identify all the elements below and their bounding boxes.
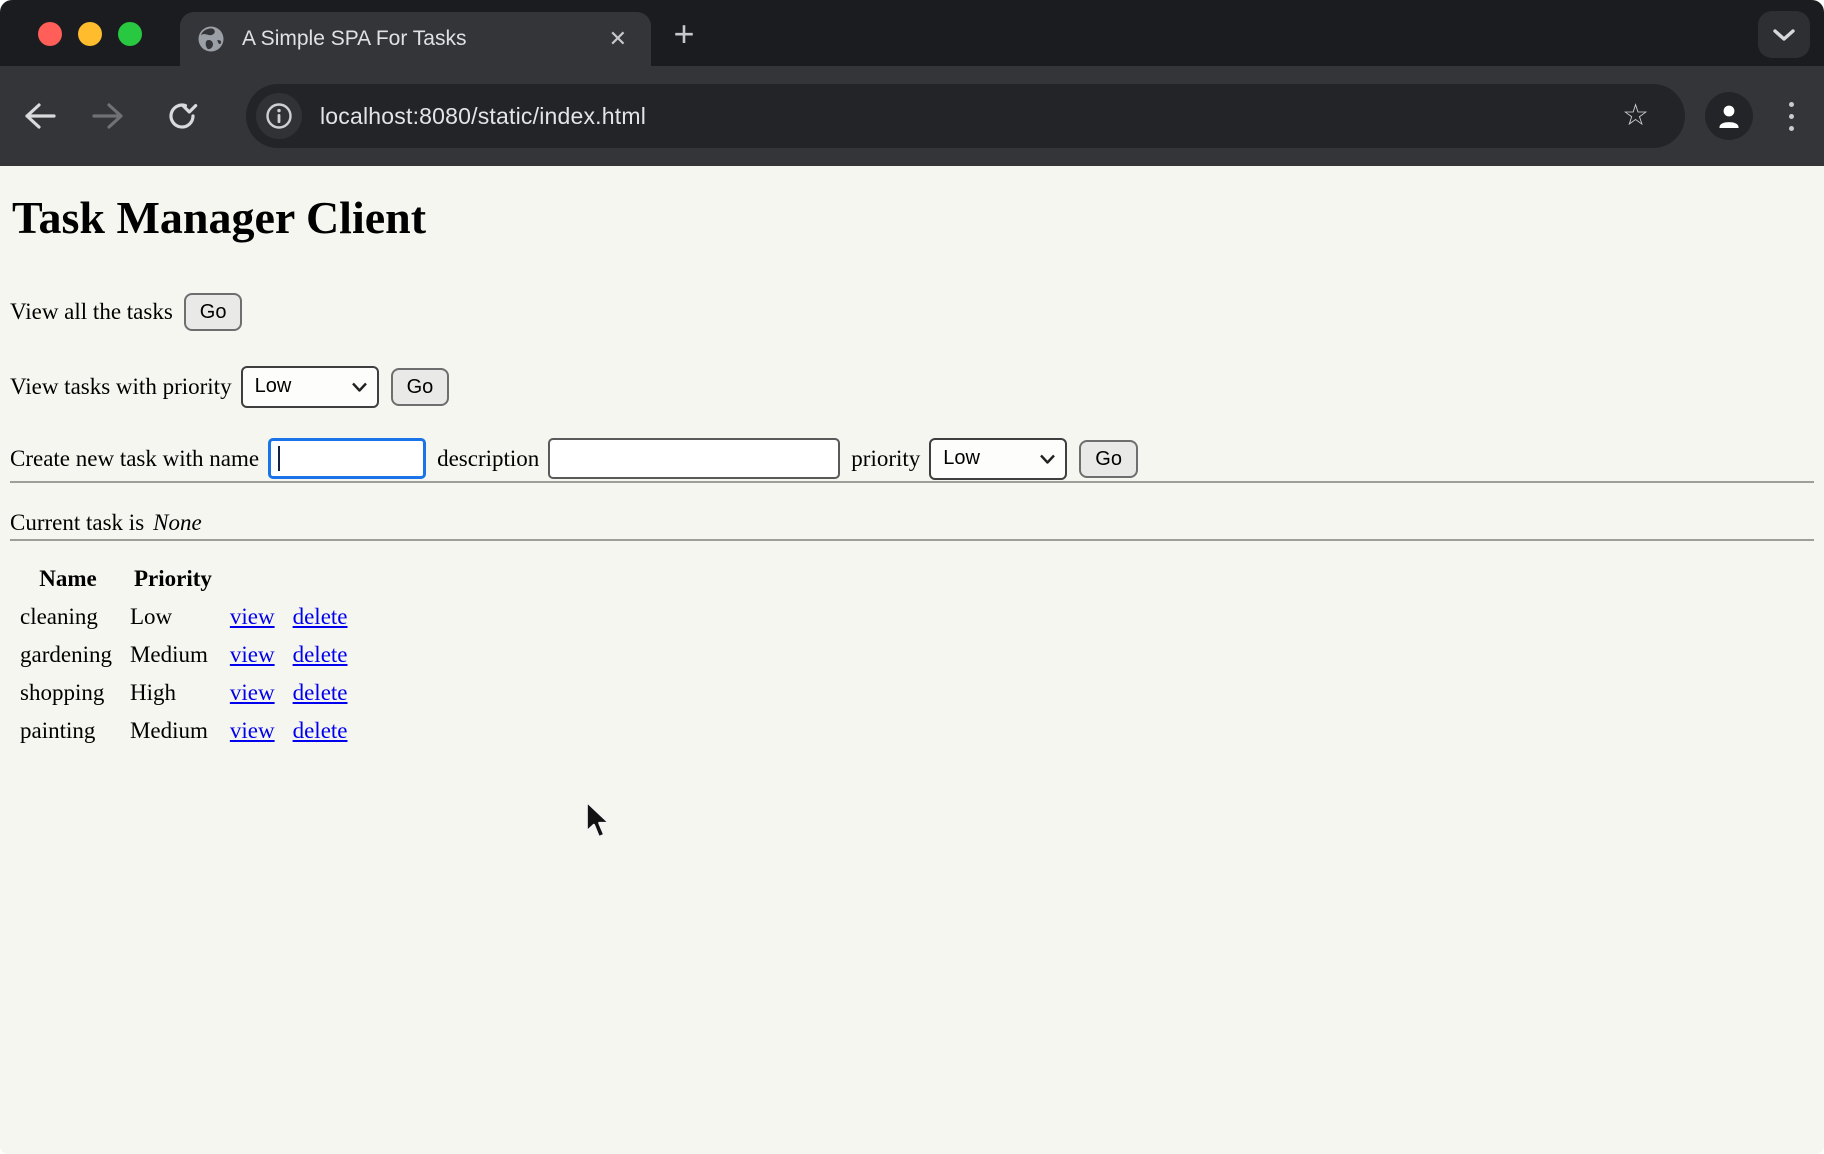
browser-tab[interactable]: A Simple SPA For Tasks ✕ bbox=[180, 12, 651, 66]
delete-task-link[interactable]: delete bbox=[293, 718, 348, 743]
task-description-input[interactable] bbox=[548, 438, 840, 479]
new-task-priority-select[interactable]: Low bbox=[929, 438, 1067, 480]
task-priority-cell: Medium bbox=[124, 713, 222, 749]
table-header-row: Name Priority bbox=[14, 561, 358, 597]
name-column-header: Name bbox=[14, 561, 122, 597]
task-priority-cell: Low bbox=[124, 599, 222, 635]
forward-icon bbox=[91, 102, 125, 130]
current-task-value: None bbox=[153, 510, 202, 536]
traffic-lights bbox=[38, 22, 142, 46]
table-row: shopping High view delete bbox=[14, 675, 358, 711]
delete-task-link[interactable]: delete bbox=[293, 642, 348, 667]
forward-button[interactable] bbox=[84, 92, 132, 140]
delete-task-link[interactable]: delete bbox=[293, 680, 348, 705]
current-task-line: Current task is None bbox=[10, 507, 1814, 539]
task-name-cell: gardening bbox=[14, 637, 122, 673]
priority-filter-value: Low bbox=[255, 375, 292, 398]
priority-label: priority bbox=[851, 446, 920, 472]
chevron-down-icon bbox=[1772, 28, 1796, 42]
divider bbox=[10, 481, 1814, 483]
kebab-menu-icon bbox=[1789, 102, 1794, 107]
reload-button[interactable] bbox=[158, 92, 206, 140]
browser-toolbar: localhost:8080/static/index.html ☆ bbox=[0, 66, 1824, 166]
kebab-menu-icon bbox=[1789, 126, 1794, 131]
page-title: Task Manager Client bbox=[12, 192, 1814, 244]
description-label: description bbox=[437, 446, 539, 472]
close-window-button[interactable] bbox=[38, 22, 62, 46]
actions-column-header bbox=[224, 561, 285, 597]
view-priority-label: View tasks with priority bbox=[10, 374, 232, 400]
avatar-icon bbox=[1714, 101, 1744, 131]
view-priority-row: View tasks with priority Low Go bbox=[10, 365, 1814, 409]
minimize-window-button[interactable] bbox=[78, 22, 102, 46]
browser-window: A Simple SPA For Tasks ✕ + bbox=[0, 0, 1824, 1154]
chevron-down-icon bbox=[351, 381, 368, 392]
task-name-cell: painting bbox=[14, 713, 122, 749]
view-task-link[interactable]: view bbox=[230, 718, 275, 743]
back-button[interactable] bbox=[16, 92, 64, 140]
table-row: painting Medium view delete bbox=[14, 713, 358, 749]
view-task-link[interactable]: view bbox=[230, 680, 275, 705]
new-task-priority-value: Low bbox=[943, 447, 980, 470]
task-name-cell: shopping bbox=[14, 675, 122, 711]
close-tab-icon[interactable]: ✕ bbox=[601, 24, 635, 54]
delete-task-link[interactable]: delete bbox=[293, 604, 348, 629]
view-all-label: View all the tasks bbox=[10, 299, 173, 325]
table-row: gardening Medium view delete bbox=[14, 637, 358, 673]
reload-icon bbox=[166, 100, 198, 132]
task-priority-cell: High bbox=[124, 675, 222, 711]
divider bbox=[10, 539, 1814, 541]
tab-strip: A Simple SPA For Tasks ✕ + bbox=[0, 0, 1824, 66]
view-all-go-button[interactable]: Go bbox=[184, 293, 243, 331]
text-caret bbox=[278, 446, 280, 471]
new-tab-icon[interactable]: + bbox=[664, 16, 704, 56]
kebab-menu-icon bbox=[1789, 114, 1794, 119]
task-name-input[interactable] bbox=[268, 438, 426, 479]
task-priority-cell: Medium bbox=[124, 637, 222, 673]
profile-button[interactable] bbox=[1705, 92, 1753, 140]
chevron-down-icon bbox=[1039, 453, 1056, 464]
menu-button[interactable] bbox=[1789, 102, 1794, 131]
bookmark-star-icon[interactable]: ☆ bbox=[1622, 101, 1649, 131]
current-task-label: Current task is bbox=[10, 510, 144, 536]
globe-icon bbox=[196, 24, 226, 54]
tab-search-button[interactable] bbox=[1758, 11, 1810, 58]
back-icon bbox=[23, 102, 57, 130]
info-icon bbox=[265, 102, 293, 130]
tab-title: A Simple SPA For Tasks bbox=[242, 27, 601, 51]
priority-filter-select[interactable]: Low bbox=[241, 366, 379, 408]
create-task-row: Create new task with name description pr… bbox=[10, 437, 1814, 481]
create-task-go-button[interactable]: Go bbox=[1079, 440, 1138, 478]
site-info-button[interactable] bbox=[256, 93, 302, 139]
page-content: Task Manager Client View all the tasks G… bbox=[0, 166, 1824, 1154]
task-name-cell: cleaning bbox=[14, 599, 122, 635]
address-bar[interactable]: localhost:8080/static/index.html ☆ bbox=[246, 84, 1685, 148]
url-text[interactable]: localhost:8080/static/index.html bbox=[320, 103, 646, 130]
view-task-link[interactable]: view bbox=[230, 604, 275, 629]
view-task-link[interactable]: view bbox=[230, 642, 275, 667]
view-priority-go-button[interactable]: Go bbox=[391, 368, 450, 406]
view-all-row: View all the tasks Go bbox=[10, 290, 1814, 334]
table-row: cleaning Low view delete bbox=[14, 599, 358, 635]
maximize-window-button[interactable] bbox=[118, 22, 142, 46]
create-task-label: Create new task with name bbox=[10, 446, 259, 472]
actions-column-header bbox=[287, 561, 358, 597]
priority-column-header: Priority bbox=[124, 561, 222, 597]
tasks-table: Name Priority cleaning Low view delete g… bbox=[12, 559, 360, 751]
